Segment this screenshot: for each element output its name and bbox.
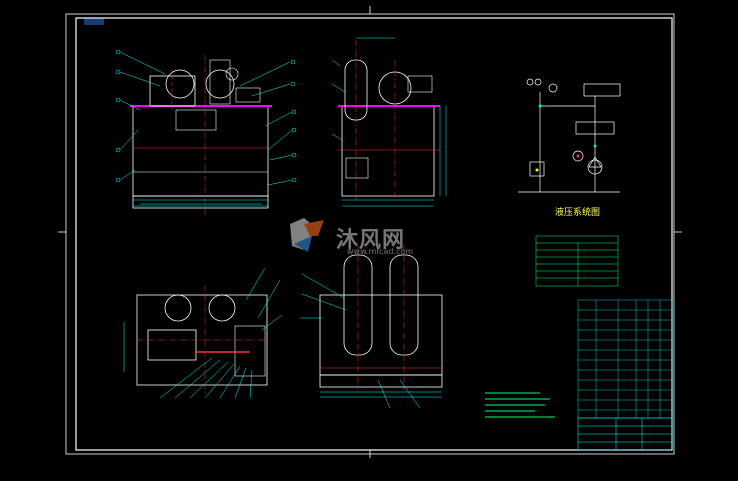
title-block xyxy=(577,417,673,451)
front-view xyxy=(115,49,297,215)
side-view xyxy=(331,37,447,207)
hydraulic-flow-marks xyxy=(535,104,597,172)
technical-notes xyxy=(485,392,555,418)
parameter-table xyxy=(535,235,619,287)
hydraulic-schematic xyxy=(518,78,621,193)
watermark-url: www.mfcad.com xyxy=(347,247,414,256)
parts-list xyxy=(577,299,673,419)
watermark-logo xyxy=(290,218,324,252)
rear-view xyxy=(300,245,443,409)
system-diagram-title: 液压系统图 xyxy=(555,208,601,218)
top-view xyxy=(123,267,283,399)
